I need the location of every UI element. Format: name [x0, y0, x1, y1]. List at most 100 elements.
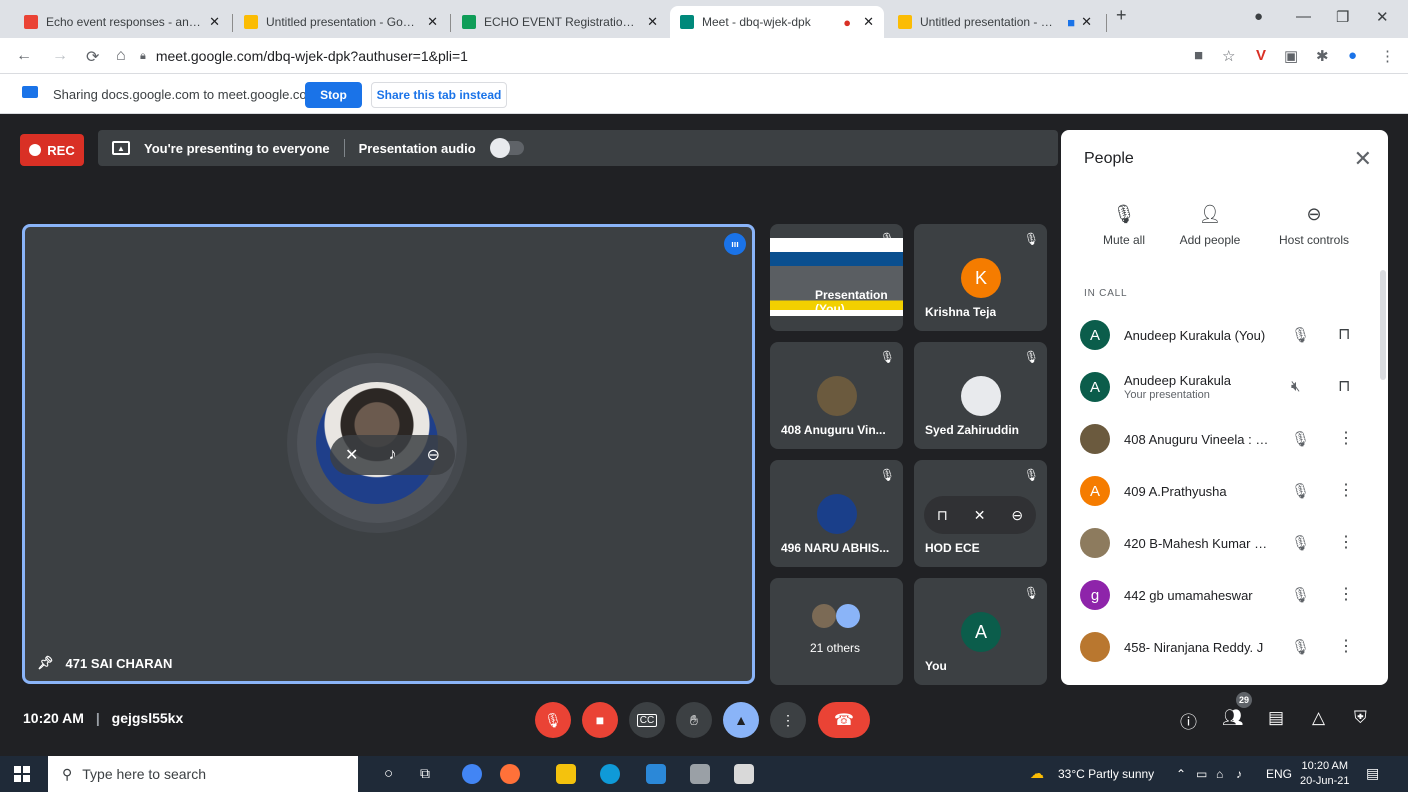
recording-indicator[interactable]: REC — [20, 134, 84, 166]
tab-untitled-presentation[interactable]: Untitled presentation - Google S ✕ — [234, 6, 448, 38]
network-icon[interactable]: ⌂ — [1216, 767, 1223, 781]
avatar[interactable]: ● — [1348, 47, 1357, 64]
weather-icon[interactable]: ☁ — [1030, 765, 1044, 782]
close-icon[interactable]: ✕ — [427, 14, 438, 30]
mic-icon[interactable]: ♪ — [389, 446, 397, 464]
more-options-button[interactable]: ⋮ — [770, 702, 806, 738]
share-this-tab-button[interactable]: Share this tab instead — [371, 82, 507, 108]
puzzle-icon[interactable]: ✱ — [1316, 47, 1329, 65]
chrome-icon[interactable] — [462, 764, 482, 784]
bookmark-star-icon[interactable]: ☆ — [1222, 47, 1235, 65]
taskbar-search-input[interactable]: ⚲ Type here to search — [48, 756, 358, 792]
people-icon[interactable]: 👥︎ — [1222, 708, 1244, 728]
more-icon[interactable]: ⋮ — [1338, 428, 1354, 448]
close-window-button[interactable]: ✕ — [1376, 8, 1389, 26]
list-item[interactable]: A 409 A.Prathyusha 🎙︎ ⋮ — [1080, 472, 1370, 512]
presentation-audio-toggle[interactable] — [489, 138, 524, 158]
windows-start-icon[interactable] — [14, 766, 30, 782]
edge-icon[interactable] — [600, 764, 620, 784]
maximize-button[interactable]: ❐ — [1336, 8, 1349, 26]
home-icon[interactable]: ⌂ — [116, 47, 126, 65]
more-icon[interactable]: ⋮ — [1338, 532, 1354, 552]
system-clock[interactable]: 10:20 AM 20-Jun-21 — [1300, 759, 1350, 789]
pin-icon[interactable]: ⊓ — [937, 507, 948, 524]
mic-toggle-button[interactable]: 🎙︎ — [535, 702, 571, 738]
camera-toggle-button[interactable]: ■ — [582, 702, 618, 738]
tile-participant[interactable]: 🎙︎ 408 Anuguru Vin... — [770, 342, 903, 449]
captions-button[interactable]: CC — [629, 702, 665, 738]
new-tab-button[interactable]: + — [1116, 5, 1127, 26]
back-icon[interactable]: ← — [16, 47, 32, 65]
tile-presentation[interactable]: Presentation (You) 🎙︎ — [770, 224, 903, 331]
mail-icon[interactable] — [646, 764, 666, 784]
close-icon[interactable]: ✕ — [647, 14, 658, 30]
tab-echo-responses[interactable]: Echo event responses - anudeep ✕ — [14, 6, 230, 38]
tile-participant[interactable]: 🎙︎ 496 NARU ABHIS... — [770, 460, 903, 567]
pin-icon[interactable]: ✕ — [345, 445, 358, 465]
volume-icon[interactable]: ♪ — [1236, 767, 1242, 781]
tile-participant[interactable]: 🎙︎ Syed Zahiruddin — [914, 342, 1047, 449]
list-item[interactable]: 420 B-Mahesh Kumar Re... 🎙︎ ⋮ — [1080, 524, 1370, 564]
profile-icon[interactable]: ● — [1254, 8, 1263, 25]
tile-participant[interactable]: 🎙︎ ⊓ ✕ ⊖ HOD ECE — [914, 460, 1047, 567]
scrollbar[interactable] — [1380, 270, 1386, 380]
pin-icon[interactable]: ⊓ — [1338, 324, 1350, 344]
mic-off-icon[interactable]: ✕ — [974, 507, 986, 524]
tab-meet[interactable]: Meet - dbq-wjek-dpk ● ✕ — [670, 6, 884, 38]
battery-icon[interactable]: ▭ — [1196, 767, 1207, 781]
more-icon[interactable]: ⋮ — [1338, 636, 1354, 656]
more-icon[interactable]: ⋮ — [1338, 584, 1354, 604]
tray-arrow-icon[interactable]: ⌃ — [1176, 767, 1186, 781]
main-speaker-tile[interactable]: ııı ✕ ♪ ⊖ 📌︎ 471 SAI CHARAN — [22, 224, 755, 684]
lock-icon[interactable]: 🔒︎ — [140, 50, 146, 63]
tile-others[interactable]: 21 others — [770, 578, 903, 685]
remove-icon[interactable]: ⊖ — [427, 445, 440, 465]
mute-all-button[interactable]: 🎙︎ Mute all — [1079, 204, 1169, 247]
reload-icon[interactable]: ⟳ — [86, 47, 99, 67]
add-people-button[interactable]: 👤︎ Add people — [1165, 204, 1255, 247]
raise-hand-button[interactable]: ✋︎ — [676, 702, 712, 738]
extension-v-icon[interactable]: V — [1256, 47, 1266, 64]
forward-icon[interactable]: → — [52, 47, 68, 65]
activities-icon[interactable]: △ — [1312, 708, 1325, 728]
notification-icon[interactable]: ▤ — [1366, 765, 1379, 782]
remove-icon[interactable]: ⊖ — [1011, 507, 1023, 524]
tile-participant[interactable]: 🎙︎ K Krishna Teja — [914, 224, 1047, 331]
list-item[interactable]: A Anudeep Kurakula Your presentation 🔇︎ … — [1080, 368, 1370, 408]
task-view-icon[interactable]: ⧉ — [420, 765, 430, 782]
pin-icon[interactable]: ⊓ — [1338, 376, 1350, 396]
close-icon[interactable]: ✕ — [1081, 14, 1092, 30]
more-icon[interactable]: ⋮ — [1338, 480, 1354, 500]
extension-icon[interactable]: ▣ — [1284, 47, 1298, 65]
tile-self[interactable]: 🎙︎ A You — [914, 578, 1047, 685]
leave-call-button[interactable]: ☎ — [818, 702, 870, 738]
url-field[interactable]: 🔒︎ meet.google.com/dbq-wjek-dpk?authuser… — [140, 43, 1190, 69]
captions-icon: CC — [636, 713, 658, 727]
weather-text[interactable]: 33°C Partly sunny — [1058, 767, 1154, 781]
app-icon[interactable] — [690, 764, 710, 784]
minimize-button[interactable]: — — [1296, 8, 1311, 25]
list-item[interactable]: g 442 gb umamaheswar 🎙︎ ⋮ — [1080, 576, 1370, 616]
info-icon[interactable]: ⓘ — [1180, 708, 1197, 733]
chat-icon[interactable]: ▤ — [1268, 708, 1284, 728]
close-icon[interactable]: ✕ — [863, 14, 874, 30]
host-controls-button[interactable]: ⊖ Host controls — [1269, 204, 1359, 247]
close-icon[interactable]: ✕ — [209, 14, 220, 30]
menu-icon[interactable]: ⋮ — [1380, 47, 1395, 65]
cortana-icon[interactable]: ○ — [384, 765, 393, 782]
list-item[interactable]: 408 Anuguru Vineela : ksr... 🎙︎ ⋮ — [1080, 420, 1370, 460]
camera-icon[interactable]: ■ — [1194, 47, 1203, 64]
file-explorer-icon[interactable] — [556, 764, 576, 784]
clock-date: 20-Jun-21 — [1300, 775, 1350, 787]
close-icon[interactable]: ✕ — [1354, 146, 1372, 172]
list-item[interactable]: A Anudeep Kurakula (You) 🎙︎ ⊓ — [1080, 316, 1370, 356]
language-indicator[interactable]: ENG — [1266, 767, 1292, 781]
tab-untitled-presentation-2[interactable]: Untitled presentation - Goog ■ ✕ — [888, 6, 1102, 38]
stop-sharing-button[interactable]: Stop — [305, 82, 362, 108]
firefox-icon[interactable] — [500, 764, 520, 784]
list-item[interactable]: 458- Niranjana Reddy. J 🎙︎ ⋮ — [1080, 628, 1370, 668]
present-button[interactable]: ▲ — [723, 702, 759, 738]
store-icon[interactable] — [734, 764, 754, 784]
tab-echo-registration[interactable]: ECHO EVENT Registration for JAN ✕ — [452, 6, 668, 38]
host-controls-icon[interactable]: ⛨ — [1354, 708, 1367, 728]
